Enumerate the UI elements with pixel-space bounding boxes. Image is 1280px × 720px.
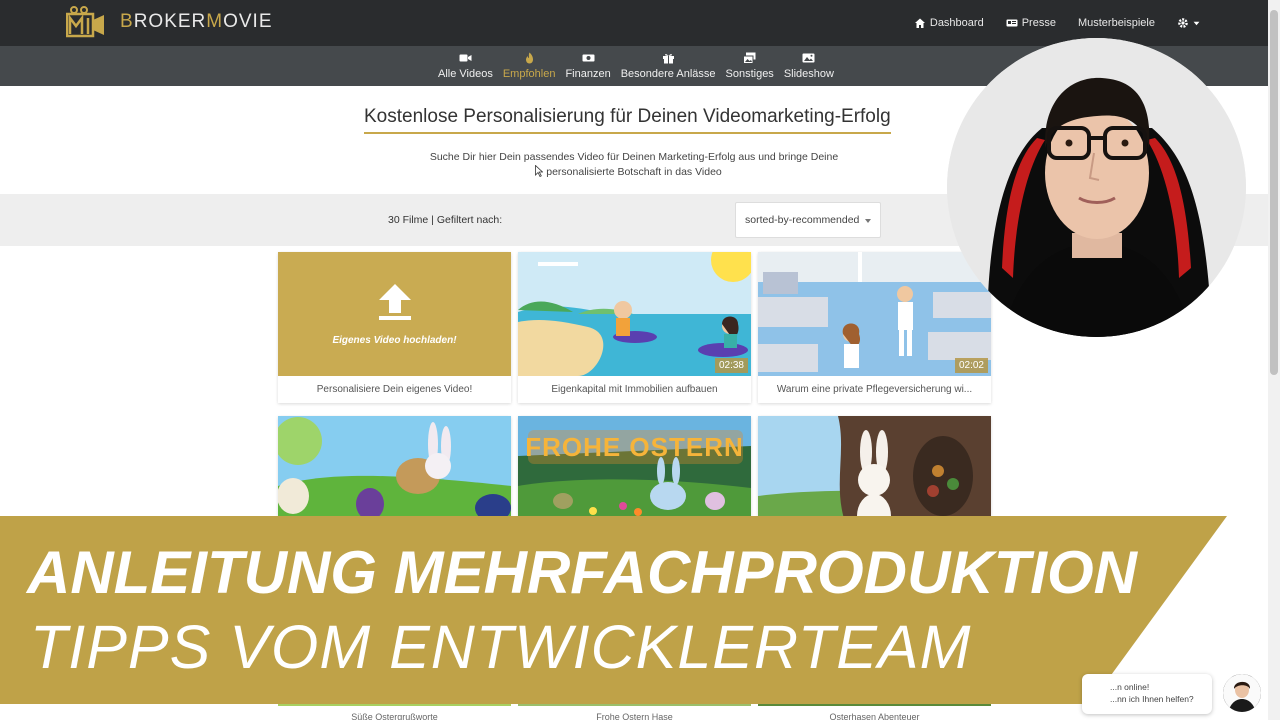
category-label: Besondere Anlässe xyxy=(620,68,716,80)
brand-logo[interactable]: BROKERMOVIE xyxy=(65,6,273,38)
category-list: Alle Videos Empfohlen Finanzen Besondere… xyxy=(433,46,839,86)
card-title: Personalisiere Dein eigenes Video! xyxy=(316,384,473,395)
video-card-upload[interactable]: Eigenes Video hochladen! Personalisiere … xyxy=(278,252,511,403)
upload-label: Eigenes Video hochladen! xyxy=(332,334,457,346)
sort-select-value: sorted-by-recommended xyxy=(745,214,860,226)
nav-presse[interactable]: Presse xyxy=(1006,17,1056,29)
thumbnail-edge xyxy=(518,704,751,706)
video-duration: 02:38 xyxy=(714,358,748,373)
brand-letter-m: M xyxy=(206,11,224,32)
scrollbar-thumb[interactable] xyxy=(1270,10,1278,375)
category-slideshow[interactable]: Slideshow xyxy=(779,46,839,86)
thumbnail-edge xyxy=(758,704,991,706)
gift-icon xyxy=(662,54,674,64)
video-card[interactable]: 02:02 Warum eine private Pflegeversicher… xyxy=(758,252,991,403)
category-label: Alle Videos xyxy=(438,68,493,80)
nav-dashboard-label: Dashboard xyxy=(929,17,984,29)
brand-part-ovie: OVIE xyxy=(223,11,273,32)
upload-icon xyxy=(378,283,411,320)
video-card[interactable]: Osterhasen Abenteuer xyxy=(758,704,991,720)
webcam-overlay xyxy=(947,38,1246,337)
banner-subtitle: TIPPS VOM ENTWICKLERTEAM xyxy=(30,613,972,681)
brand-part-roker: ROKER xyxy=(133,11,207,32)
nav-musterbeispiele[interactable]: Musterbeispiele xyxy=(1078,17,1155,29)
card-title: Frohe Ostern Hase xyxy=(596,712,673,720)
nav-musterbeispiele-label: Musterbeispiele xyxy=(1077,17,1155,29)
newspaper-icon xyxy=(1006,19,1018,27)
brand-name: BROKERMOVIE xyxy=(120,11,273,33)
top-nav: Dashboard Presse Musterbeispiele xyxy=(914,0,1200,46)
video-card[interactable]: Süße Ostergrußworte xyxy=(278,704,511,720)
card-title: Osterhasen Abenteuer xyxy=(829,712,920,720)
chat-line-2: ...nn ich Ihnen helfen? xyxy=(1110,694,1194,704)
banner-title: ANLEITUNG MEHRFACHPRODUKTION xyxy=(27,539,1137,606)
nav-dashboard[interactable]: Dashboard xyxy=(914,17,984,29)
chevron-down-icon xyxy=(865,219,871,223)
category-label: Slideshow xyxy=(783,68,834,80)
page-subtitle-line-1: Suche Dir hier Dein passendes Video für … xyxy=(429,151,839,163)
mouse-cursor-icon xyxy=(535,165,543,177)
settings-dropdown[interactable] xyxy=(1177,17,1200,29)
video-card[interactable]: Frohe Ostern Hase xyxy=(518,704,751,720)
video-thumbnail: 02:02 xyxy=(758,252,991,376)
chat-avatar[interactable] xyxy=(1221,672,1263,714)
picture-icon xyxy=(802,53,815,63)
chat-bubble[interactable]: ...n online! ...nn ich Ihnen helfen? xyxy=(1082,674,1212,714)
category-alle-videos[interactable]: Alle Videos xyxy=(433,46,498,86)
card-title: Warum eine private Pflegeversicherung wi… xyxy=(776,384,973,395)
gear-icon xyxy=(1178,18,1188,28)
category-label: Sonstiges xyxy=(725,68,774,80)
category-label: Finanzen xyxy=(565,68,611,80)
caret-down-icon xyxy=(1193,21,1200,25)
video-duration: 02:02 xyxy=(954,358,988,373)
nav-presse-label: Presse xyxy=(1021,17,1056,29)
upload-thumbnail: Eigenes Video hochladen! xyxy=(278,252,511,376)
brokermovie-logo-icon xyxy=(65,6,106,38)
images-icon xyxy=(743,52,756,64)
brand-letter-b: B xyxy=(120,11,134,32)
category-empfohlen[interactable]: Empfohlen xyxy=(498,46,561,86)
category-besondere-anlaesse[interactable]: Besondere Anlässe xyxy=(616,46,721,86)
video-card[interactable]: 02:38 Eigenkapital mit Immobilien aufbau… xyxy=(518,252,751,403)
page-subtitle-line-2: personalisierte Botschaft in das Video xyxy=(546,166,722,178)
frohe-ostern-text: FROHE OSTERN xyxy=(525,432,744,462)
page-title: Kostenlose Personalisierung für Deinen V… xyxy=(364,106,891,134)
card-title: Eigenkapital mit Immobilien aufbauen xyxy=(551,384,718,395)
video-thumbnail: 02:38 xyxy=(518,252,751,376)
chat-line-1: ...n online! xyxy=(1110,682,1150,692)
money-icon xyxy=(582,54,595,62)
video-camera-icon xyxy=(459,54,472,62)
thumbnail-edge xyxy=(278,704,511,706)
category-sonstiges[interactable]: Sonstiges xyxy=(721,46,779,86)
page-scrollbar[interactable] xyxy=(1268,0,1280,720)
film-count: 30 Filme | Gefiltert nach: xyxy=(388,214,503,226)
category-label: Empfohlen xyxy=(502,68,556,80)
category-finanzen[interactable]: Finanzen xyxy=(560,46,615,86)
card-title: Süße Ostergrußworte xyxy=(351,712,438,720)
page-subtitle: Suche Dir hier Dein passendes Video für … xyxy=(410,150,858,180)
home-icon xyxy=(914,18,925,28)
fire-icon xyxy=(525,52,533,64)
sort-select[interactable]: sorted-by-recommended xyxy=(735,202,881,238)
page: BROKERMOVIE Dashboard Presse Musterbeisp… xyxy=(0,0,1280,720)
